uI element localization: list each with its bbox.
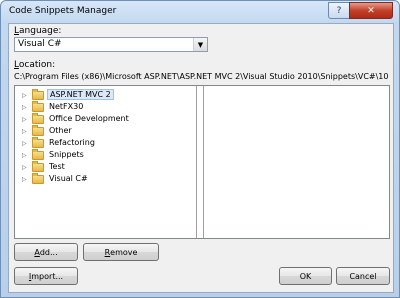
language-value: Visual C#: [18, 39, 62, 49]
tree-item-label: NetFX30: [49, 102, 84, 111]
folder-icon: [32, 149, 44, 160]
folder-icon: [32, 161, 44, 172]
window-title: Code Snippets Manager: [9, 6, 117, 16]
tree-item[interactable]: ▷ Refactoring: [15, 137, 196, 149]
folder-icon: [32, 173, 44, 184]
tree-item-label: Test: [49, 162, 65, 171]
expand-icon[interactable]: ▷: [22, 176, 27, 183]
close-icon: ✕: [367, 5, 375, 16]
language-label: Language:: [14, 26, 62, 36]
tree-item-label: Other: [49, 126, 72, 135]
expand-icon[interactable]: ▷: [22, 152, 27, 159]
expand-icon[interactable]: ▷: [22, 128, 27, 135]
tree-item[interactable]: ▷ ASP.NET MVC 2: [15, 89, 196, 101]
language-dropdown[interactable]: Visual C# ▼: [14, 37, 208, 52]
folder-icon: [32, 113, 44, 124]
snippet-details-pane: [203, 86, 389, 238]
tree-item-label: Refactoring: [49, 138, 95, 147]
expand-icon[interactable]: ▷: [22, 104, 27, 111]
tree-item[interactable]: ▷ Snippets: [15, 149, 196, 161]
help-label: ?: [336, 5, 342, 16]
tree-item[interactable]: ▷ Test: [15, 161, 196, 173]
expand-icon[interactable]: ▷: [22, 116, 27, 123]
expand-icon[interactable]: ▷: [22, 92, 27, 99]
tree-item-label: Snippets: [49, 150, 84, 159]
tree-item[interactable]: ▷ Visual C#: [15, 173, 196, 185]
dialog-body: Language: Visual C# ▼ Location: C:\Progr…: [8, 23, 394, 293]
import-button[interactable]: Import...: [14, 267, 78, 285]
add-button[interactable]: Add...: [14, 243, 78, 261]
expand-icon[interactable]: ▷: [22, 140, 27, 147]
expand-icon[interactable]: ▷: [22, 164, 27, 171]
remove-button[interactable]: Remove: [83, 243, 159, 261]
location-path: C:\Program Files (x86)\Microsoft ASP.NET…: [14, 72, 388, 81]
folder-icon: [32, 101, 44, 112]
tree-item[interactable]: ▷ Office Development: [15, 113, 196, 125]
folder-icon: [32, 125, 44, 136]
help-button[interactable]: ?: [328, 2, 350, 19]
folder-icon: [32, 89, 44, 100]
tree-item-label: Office Development: [49, 114, 129, 123]
snippet-folder-tree[interactable]: ▷ ASP.NET MVC 2 ▷ NetFX30 ▷ Office Developmen…: [15, 86, 197, 238]
code-snippets-manager-window: Code Snippets Manager ? ✕ Language: Visu…: [0, 0, 400, 298]
folder-icon: [32, 137, 44, 148]
cancel-button[interactable]: Cancel: [336, 267, 390, 285]
tree-item-label: Visual C#: [49, 174, 88, 183]
snippet-panes: ▷ ASP.NET MVC 2 ▷ NetFX30 ▷ Office Developmen…: [14, 85, 390, 239]
ok-button[interactable]: OK: [279, 267, 332, 285]
location-label: Location:: [14, 60, 56, 70]
chevron-down-icon[interactable]: ▼: [193, 38, 207, 51]
title-bar: Code Snippets Manager ? ✕: [1, 1, 399, 23]
tree-item[interactable]: ▷ NetFX30: [15, 101, 196, 113]
tree-item-label: ASP.NET MVC 2: [47, 89, 114, 100]
tree-item[interactable]: ▷ Other: [15, 125, 196, 137]
close-button[interactable]: ✕: [349, 2, 393, 19]
